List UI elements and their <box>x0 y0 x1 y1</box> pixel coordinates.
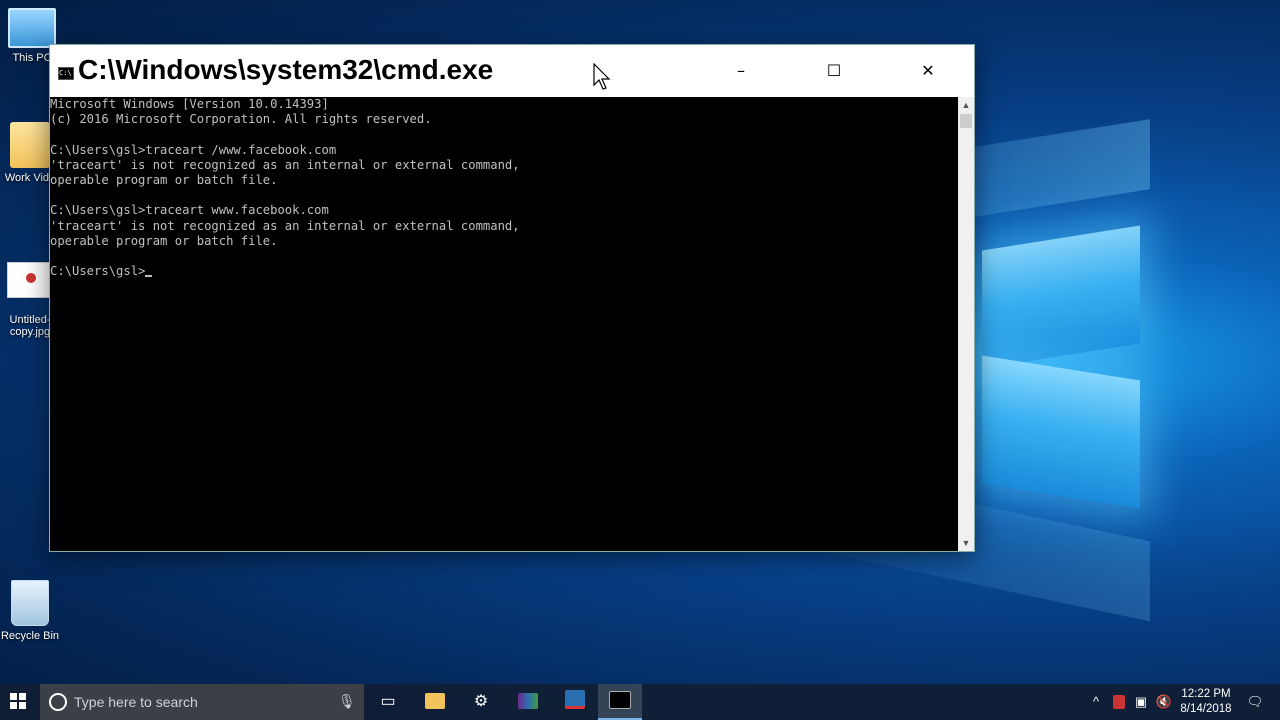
recycle-bin-icon <box>11 580 49 626</box>
console-line: (c) 2016 Microsoft Corporation. All righ… <box>50 112 432 127</box>
clock-time: 12:22 PM <box>1181 688 1231 700</box>
action-center-icon[interactable]: 🗨 <box>1244 684 1266 720</box>
settings-button[interactable]: ⚙ <box>459 684 503 720</box>
clock-date: 8/14/2018 <box>1180 703 1232 715</box>
cortana-icon <box>49 693 67 711</box>
search-box[interactable]: Type here to search 🎙 <box>40 684 364 720</box>
maximize-button[interactable]: ☐ <box>811 53 857 89</box>
console-prompt: C:\Users\gsl> <box>50 264 146 279</box>
image-file-icon <box>7 262 53 298</box>
mouse-pointer-icon <box>593 63 611 90</box>
volume-muted-icon[interactable]: 🔇 <box>1154 684 1174 720</box>
windows-start-icon[interactable] <box>0 684 36 720</box>
console-prompt-line[interactable]: C:\Users\gsl> <box>50 264 958 279</box>
taskbar: Type here to search 🎙 ▭ ⚙ ^ ▣ 🔇 12:22 PM… <box>0 684 1280 720</box>
desktop-icon-recycle-bin[interactable]: Recycle Bin <box>0 580 60 642</box>
console-line: C:\Users\gsl>traceart www.facebook.com <box>50 203 329 218</box>
folder-icon <box>10 122 50 168</box>
console-output[interactable]: Microsoft Windows [Version 10.0.14393] (… <box>50 97 958 551</box>
console-line: operable program or batch file. <box>50 172 278 187</box>
search-placeholder: Type here to search <box>74 694 198 710</box>
app-icon <box>565 690 585 709</box>
desktop-icon-label: Recycle Bin <box>0 630 60 642</box>
close-button[interactable]: ✕ <box>905 53 951 89</box>
system-clock[interactable]: 12:22 PM 8/14/2018 <box>1176 687 1236 717</box>
window-title: C:\Windows\system32\cmd.exe <box>78 54 494 85</box>
task-view-button[interactable]: ▭ <box>366 684 410 720</box>
command-prompt-button[interactable] <box>598 684 642 720</box>
folder-icon <box>425 693 445 709</box>
winrar-button[interactable] <box>506 684 550 720</box>
gear-icon: ⚙ <box>473 693 489 710</box>
console-line: 'traceart' is not recognized as an inter… <box>50 218 520 233</box>
task-view-icon: ▭ <box>380 693 396 710</box>
scrollbar-thumb[interactable] <box>960 114 972 128</box>
microphone-icon[interactable]: 🎙 <box>338 693 356 710</box>
console-line: operable program or batch file. <box>50 233 278 248</box>
this-pc-icon <box>8 8 56 48</box>
window-titlebar[interactable]: C:\ C:\Windows\system32\cmd.exe – ☐ ✕ <box>50 45 974 97</box>
vertical-scrollbar[interactable]: ▲ ▼ <box>958 97 974 551</box>
cmd-icon <box>609 691 631 709</box>
chevron-up-icon[interactable]: ^ <box>1086 684 1106 720</box>
console-line: Microsoft Windows [Version 10.0.14393] <box>50 97 329 111</box>
security-shield-icon[interactable] <box>1110 684 1128 720</box>
app-button[interactable] <box>553 684 597 720</box>
text-cursor <box>145 275 153 278</box>
scroll-down-arrow-icon[interactable]: ▼ <box>958 535 974 551</box>
cmd-window[interactable]: C:\ C:\Windows\system32\cmd.exe – ☐ ✕ Mi… <box>49 44 975 552</box>
file-explorer-button[interactable] <box>413 684 457 720</box>
minimize-button[interactable]: – <box>718 53 764 89</box>
network-icon[interactable]: ▣ <box>1132 684 1150 720</box>
scroll-up-arrow-icon[interactable]: ▲ <box>958 97 974 113</box>
cmd-icon: C:\ <box>58 67 74 80</box>
wallpaper-windows-logo <box>978 210 1148 510</box>
console-line: C:\Users\gsl>traceart /www.facebook.com <box>50 142 337 157</box>
console-line: 'traceart' is not recognized as an inter… <box>50 157 520 172</box>
winrar-icon <box>518 693 538 709</box>
